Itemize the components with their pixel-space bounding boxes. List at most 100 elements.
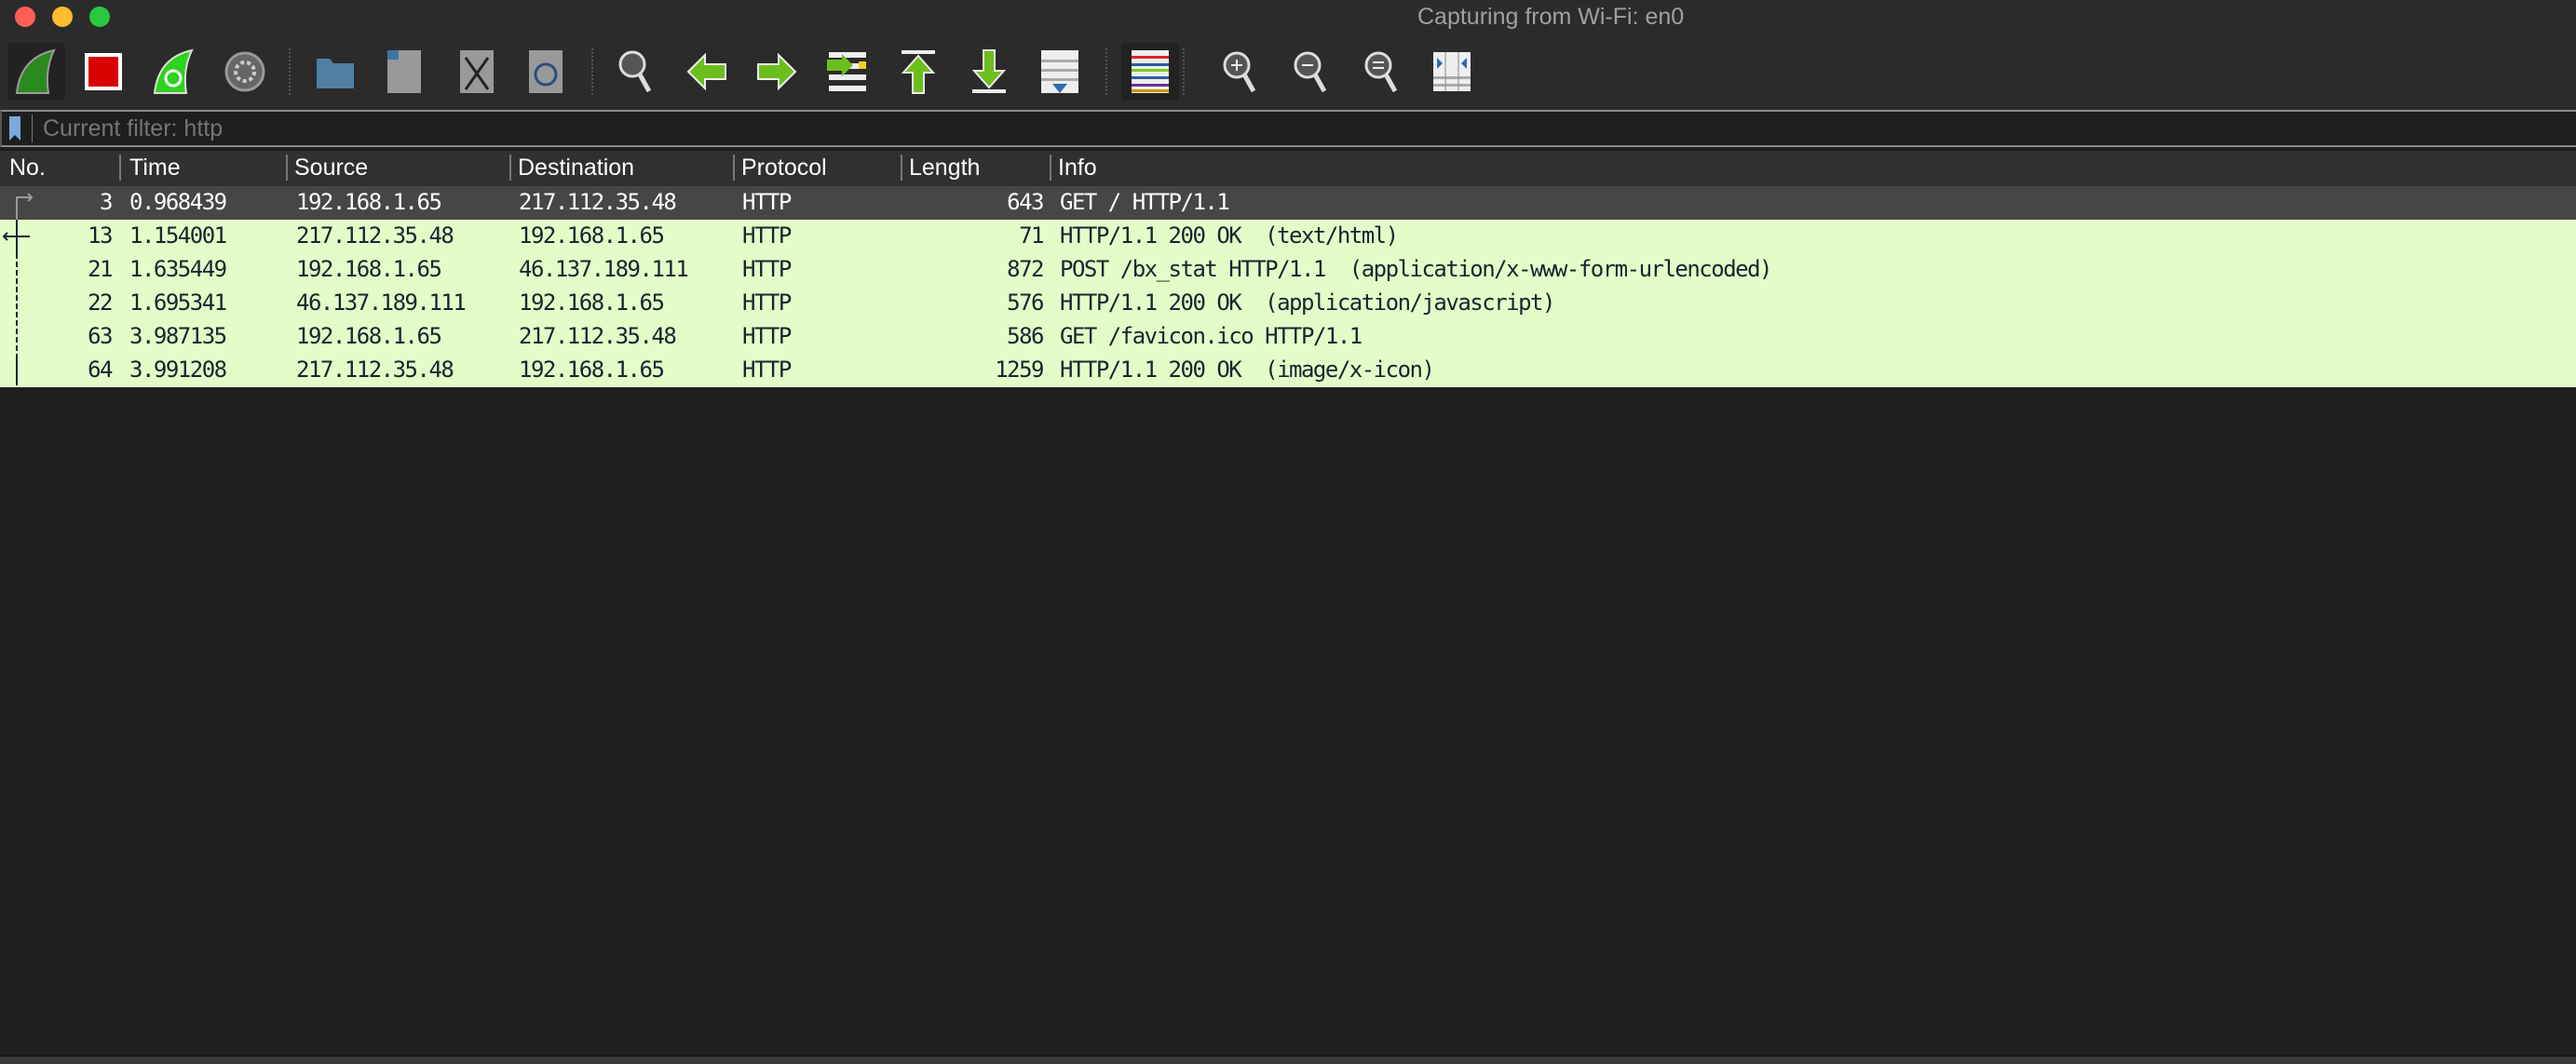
open-file-button[interactable] [306,43,364,101]
stop-capture-button[interactable] [75,43,132,101]
cell-protocol: HTTP [742,256,792,282]
column-header-source[interactable]: Source [294,155,368,182]
restart-fin-icon [153,48,194,94]
colorize-icon [1132,50,1169,93]
cell-no: 64 [88,357,113,383]
arrow-up-top-icon [901,50,936,94]
column-header-protocol[interactable]: Protocol [741,155,827,182]
cell-destination: 217.112.35.48 [519,189,677,215]
close-file-button[interactable] [448,43,506,101]
cell-time: 1.154001 [129,222,227,249]
go-to-packet-button[interactable] [819,43,876,101]
zoom-window-button[interactable] [89,7,110,27]
title-bar: Capturing from Wi-Fi: en0 [0,0,2576,37]
cell-length: 586 [1007,323,1044,349]
column-header-length[interactable]: Length [909,155,980,182]
cell-length: 643 [1007,189,1044,215]
go-forward-button[interactable] [748,43,806,101]
cell-no: 13 [88,222,113,249]
cell-protocol: HTTP [742,357,792,383]
display-filter-input[interactable] [43,114,2557,142]
cell-source: 192.168.1.65 [296,189,442,215]
response-arrow-icon [2,220,30,253]
close-file-icon [460,50,494,93]
start-capture-button[interactable] [7,43,65,101]
cell-time: 3.991208 [129,357,227,383]
cell-destination: 192.168.1.65 [519,222,665,249]
table-row[interactable]: 13 1.154001 217.112.35.48 192.168.1.65 HTTP 7… [0,220,2576,253]
cell-info: HTTP/1.1 200 OK (application/javascript) [1060,290,1555,316]
table-row[interactable]: 21 1.635449 192.168.1.65 46.137.189.111 HTTP… [0,253,2576,287]
column-header-destination[interactable]: Destination [518,155,634,182]
table-row[interactable]: 63 3.987135 192.168.1.65 217.112.35.48 HTTP 5… [0,320,2576,354]
save-file-button[interactable] [375,43,433,101]
cell-destination: 46.137.189.111 [519,256,689,282]
cell-length: 1259 [995,357,1044,383]
cell-length: 872 [1007,256,1044,282]
close-window-button[interactable] [15,7,35,27]
cell-no: 3 [100,189,113,215]
cell-source: 217.112.35.48 [296,357,454,383]
cell-protocol: HTTP [742,222,792,249]
table-row[interactable]: 22 1.695341 46.137.189.111 192.168.1.65 HTTP… [0,287,2576,320]
cell-length: 576 [1007,290,1044,316]
packet-list-header: No. Time Source Destination Protocol Len… [0,151,2576,186]
cell-time: 1.695341 [129,290,227,316]
normal-size-button[interactable] [1353,43,1411,101]
cell-source: 217.112.35.48 [296,222,454,249]
go-first-packet-button[interactable] [889,43,947,101]
cell-time: 0.968439 [129,189,227,215]
cell-destination: 192.168.1.65 [519,290,665,316]
related-packet-line-icon [16,253,18,287]
related-packet-line-icon [16,354,18,385]
cell-info: HTTP/1.1 200 OK (image/x-icon) [1060,357,1435,383]
zoom-in-icon [1223,51,1256,93]
shark-fin-icon [15,48,56,94]
capture-options-button[interactable] [216,43,274,101]
find-packet-button[interactable] [607,43,665,101]
auto-scroll-button[interactable] [1031,43,1089,101]
reload-file-button[interactable] [517,43,575,101]
zoom-out-button[interactable] [1282,43,1340,101]
cell-no: 21 [88,256,113,282]
resize-columns-icon [1433,52,1471,91]
display-filter-bar [0,110,2576,147]
table-row[interactable]: 64 3.991208 217.112.35.48 192.168.1.65 HTTP 1… [0,354,2576,387]
go-to-packet-icon [827,52,866,91]
cell-protocol: HTTP [742,189,792,215]
cell-source: 192.168.1.65 [296,256,442,282]
window-title: Capturing from Wi-Fi: en0 [1417,4,1685,30]
go-last-packet-button[interactable] [960,43,1018,101]
cell-destination: 192.168.1.65 [519,357,665,383]
cell-source: 46.137.189.111 [296,290,467,316]
arrow-left-icon [686,52,726,91]
minimize-window-button[interactable] [52,7,73,27]
table-row[interactable]: 3 0.968439 192.168.1.65 217.112.35.48 HTTP 64… [0,186,2576,220]
cell-info: GET / HTTP/1.1 [1060,189,1230,215]
go-back-button[interactable] [678,43,736,101]
cell-source: 192.168.1.65 [296,323,442,349]
cell-info: GET /favicon.ico HTTP/1.1 [1060,323,1363,349]
cell-no: 22 [88,290,113,316]
stop-icon [85,53,122,90]
arrow-down-bottom-icon [971,49,1007,93]
cell-no: 63 [88,323,113,349]
column-header-time[interactable]: Time [129,155,181,182]
colorize-button[interactable] [1121,43,1179,101]
cell-info: HTTP/1.1 200 OK (text/html) [1060,222,1399,249]
related-packet-line-icon [16,287,18,320]
restart-capture-button[interactable] [145,43,203,101]
cell-time: 3.987135 [129,323,227,349]
column-header-info[interactable]: Info [1058,155,1097,182]
folder-icon [317,59,354,88]
request-arrow-icon [16,193,34,220]
auto-scroll-icon [1041,50,1078,93]
column-header-no[interactable]: No. [9,155,46,182]
cell-time: 1.635449 [129,256,227,282]
zoom-reset-icon [1364,51,1398,93]
related-packet-line-icon [16,320,18,354]
cell-info: POST /bx_stat HTTP/1.1 (application/x-ww… [1060,256,1773,282]
resize-columns-button[interactable] [1423,43,1481,101]
bookmark-icon[interactable] [9,116,20,141]
zoom-in-button[interactable] [1212,43,1269,101]
